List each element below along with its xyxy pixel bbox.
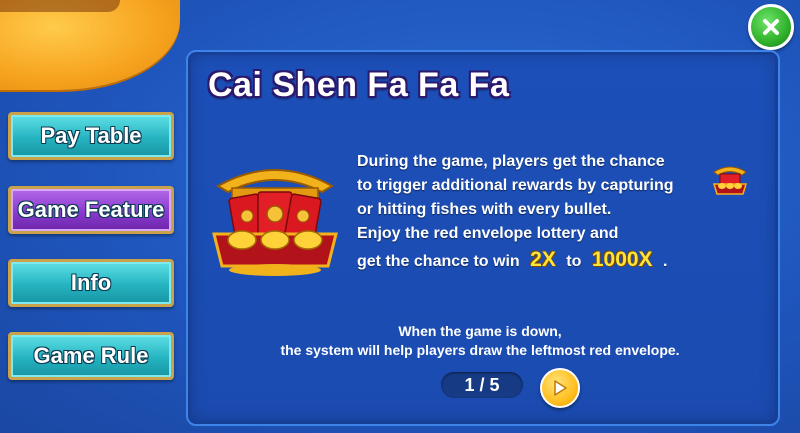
red-envelope-lantern-icon: [212, 169, 338, 276]
close-button[interactable]: [748, 4, 794, 50]
menu-button-pay-table[interactable]: Pay Table: [8, 112, 174, 160]
multiplier-min: 2X: [530, 248, 556, 271]
menu-button-game-feature[interactable]: Game Feature: [8, 186, 174, 234]
note-line: the system will help players draw the le…: [280, 342, 680, 358]
close-icon: [763, 19, 779, 35]
multiplier-max: 1000X: [591, 248, 653, 271]
page-title: Cai Shen Fa Fa Fa: [208, 66, 510, 104]
reward-connector: to: [566, 253, 582, 270]
next-page-button[interactable]: [540, 368, 580, 408]
reward-prefix: get the chance to win: [357, 253, 520, 270]
play-arrow-icon: [554, 380, 567, 396]
description-line: or hitting fishes with every bullet.: [357, 201, 612, 218]
description-line-reward: get the chance to win 2X to 1000X .: [357, 248, 737, 274]
game-down-note: When the game is down, the system will h…: [260, 322, 700, 360]
feature-description: During the game, players get the chance …: [357, 150, 737, 274]
menu-button-game-rule[interactable]: Game Rule: [8, 332, 174, 380]
reward-suffix: .: [663, 253, 668, 270]
corner-decoration: [0, 0, 180, 90]
description-line: to trigger additional rewards by capturi…: [357, 177, 674, 194]
description-line: Enjoy the red envelope lottery and: [357, 225, 619, 242]
menu-button-info[interactable]: Info: [8, 259, 174, 307]
description-line: During the game, players get the chance: [357, 153, 665, 170]
note-line: When the game is down,: [398, 323, 562, 339]
mini-lantern-icon: [712, 166, 748, 195]
page-indicator: 1 / 5: [441, 372, 523, 398]
